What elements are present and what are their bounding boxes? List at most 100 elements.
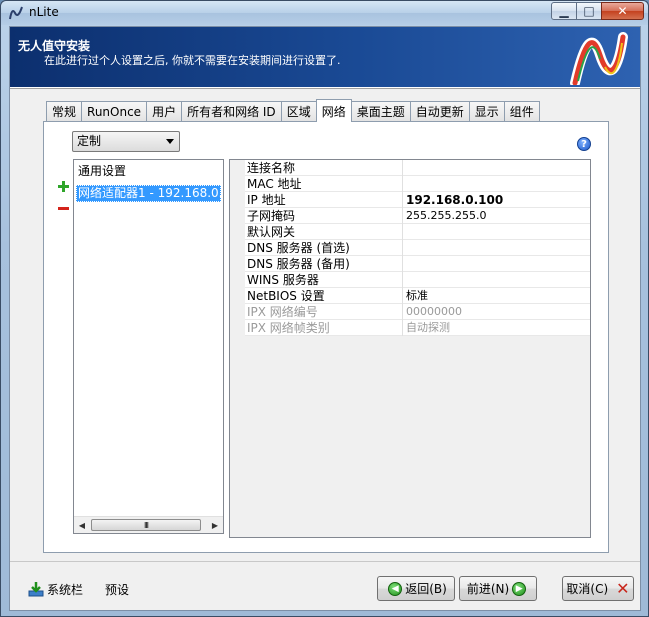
- cancel-x-icon: ✕: [616, 579, 630, 598]
- cancel-button[interactable]: 取消(C) ✕: [562, 576, 634, 601]
- property-value[interactable]: 自动探测: [406, 320, 586, 336]
- property-value[interactable]: [406, 160, 586, 176]
- window-title: nLite: [29, 5, 59, 19]
- property-column-divider: [402, 240, 403, 256]
- adapter-property-grid[interactable]: 连接名称 MAC 地址 IP 地址 192.168.0.100 子网掩码 255.255.…: [229, 159, 591, 538]
- remove-adapter-icon[interactable]: [58, 203, 69, 214]
- list-item-adapter-1[interactable]: 网络适配器1 - 192.168.0.100: [76, 185, 221, 202]
- property-row[interactable]: IPX 网络帧类别 自动探测: [230, 320, 590, 336]
- property-row-gutter: [230, 256, 245, 272]
- tab-automatic-updates[interactable]: 自动更新: [409, 101, 470, 121]
- nlite-logo-icon: [9, 6, 23, 20]
- tab-strip: 常规 RunOnce 用户 所有者和网络 ID 区域 网络 桌面主题 自动更新 …: [46, 99, 540, 122]
- property-column-divider: [402, 176, 403, 192]
- system-tray-label: 系统栏: [47, 582, 84, 597]
- network-mode-value: 定制: [77, 134, 102, 148]
- tab-display[interactable]: 显示: [468, 101, 505, 121]
- tab-owner-network-id[interactable]: 所有者和网络 ID: [181, 101, 282, 121]
- property-row-gutter: [230, 176, 245, 192]
- property-value[interactable]: [406, 256, 586, 272]
- property-column-divider: [402, 288, 403, 304]
- property-row[interactable]: 子网掩码 255.255.255.0: [230, 208, 590, 224]
- property-value[interactable]: [406, 224, 586, 240]
- property-column-divider: [402, 272, 403, 288]
- scroll-right-icon[interactable]: ▶: [207, 517, 223, 533]
- tab-runonce[interactable]: RunOnce: [81, 101, 148, 121]
- property-column-divider: [402, 304, 403, 320]
- property-row[interactable]: WINS 服务器: [230, 272, 590, 288]
- client-area: 无人值守安装 在此进行过个人设置之后, 你就不需要在安装期间进行设置了. 常规 …: [9, 26, 641, 611]
- tab-general[interactable]: 常规: [46, 101, 83, 121]
- close-icon: ✕: [617, 4, 628, 18]
- property-row[interactable]: 默认网关: [230, 224, 590, 240]
- tab-regional[interactable]: 区域: [280, 101, 317, 121]
- property-row-gutter: [230, 288, 245, 304]
- header-separator: [10, 87, 640, 89]
- maximize-icon: □: [583, 4, 595, 18]
- minimize-icon: ▁: [559, 4, 569, 18]
- preset-link[interactable]: 预设: [105, 581, 129, 598]
- property-row-gutter: [230, 272, 245, 288]
- scroll-left-icon[interactable]: ◀: [74, 517, 90, 533]
- tab-network[interactable]: 网络: [315, 99, 352, 122]
- chevron-down-icon: [166, 139, 174, 144]
- property-value[interactable]: [406, 176, 586, 192]
- property-name: 子网掩码: [247, 209, 296, 223]
- page-header: 无人值守安装 在此进行过个人设置之后, 你就不需要在安装期间进行设置了.: [10, 27, 640, 87]
- property-value[interactable]: 192.168.0.100: [406, 192, 586, 208]
- next-label: 前进(N): [466, 582, 510, 596]
- adapter-list-hscrollbar[interactable]: ◀ III ▶: [74, 516, 223, 533]
- property-row-gutter: [230, 224, 245, 240]
- property-column-divider: [402, 320, 403, 336]
- next-arrow-icon: ▶: [512, 581, 527, 596]
- property-name: 连接名称: [247, 161, 296, 175]
- property-value[interactable]: 标准: [406, 288, 586, 304]
- nlite-brand-logo: [570, 32, 628, 85]
- tab-desktop-themes[interactable]: 桌面主题: [350, 101, 411, 121]
- property-name: 默认网关: [247, 225, 296, 239]
- adapter-list[interactable]: 通用设置 网络适配器1 - 192.168.0.100 ◀ III ▶: [73, 159, 224, 534]
- property-column-divider: [402, 160, 403, 176]
- property-value[interactable]: 255.255.255.0: [406, 208, 586, 224]
- property-row[interactable]: 连接名称: [230, 160, 590, 176]
- help-icon[interactable]: ?: [577, 137, 591, 151]
- property-row[interactable]: NetBIOS 设置 标准: [230, 288, 590, 304]
- title-bar[interactable]: nLite ▁ □ ✕: [1, 1, 648, 25]
- footer-separator: [10, 561, 640, 562]
- system-tray-button[interactable]: 系统栏: [28, 580, 83, 598]
- property-name: IP 地址: [247, 193, 286, 207]
- add-adapter-icon[interactable]: [58, 181, 69, 192]
- property-row[interactable]: DNS 服务器 (首选): [230, 240, 590, 256]
- property-row[interactable]: DNS 服务器 (备用): [230, 256, 590, 272]
- list-item-general-settings[interactable]: 通用设置: [76, 163, 221, 180]
- scrollbar-thumb[interactable]: III: [91, 519, 201, 531]
- next-button[interactable]: 前进(N) ▶: [459, 576, 537, 601]
- property-row-gutter: [230, 160, 245, 176]
- back-button[interactable]: ◀ 返回(B): [377, 576, 455, 601]
- property-row[interactable]: IP 地址 192.168.0.100: [230, 192, 590, 208]
- property-row[interactable]: IPX 网络编号 00000000: [230, 304, 590, 320]
- minimize-button[interactable]: ▁: [551, 2, 577, 20]
- close-button[interactable]: ✕: [601, 2, 644, 20]
- property-name: DNS 服务器 (备用): [247, 257, 350, 271]
- property-name: WINS 服务器: [247, 273, 319, 287]
- property-name: MAC 地址: [247, 177, 302, 191]
- property-column-divider: [402, 192, 403, 208]
- property-value[interactable]: 00000000: [406, 304, 586, 320]
- tray-download-icon: [28, 582, 44, 597]
- maximize-button[interactable]: □: [576, 2, 602, 20]
- property-column-divider: [402, 256, 403, 272]
- property-value[interactable]: [406, 240, 586, 256]
- property-column-divider: [402, 224, 403, 240]
- tab-components[interactable]: 组件: [503, 101, 540, 121]
- tab-users[interactable]: 用户: [146, 101, 183, 121]
- property-row[interactable]: MAC 地址: [230, 176, 590, 192]
- property-row-gutter: [230, 320, 245, 336]
- cancel-label: 取消(C): [566, 582, 609, 596]
- property-name: IPX 网络编号: [247, 305, 318, 319]
- nlite-window: nLite ▁ □ ✕ 无人值守安装 在此进行过个人设置之后, 你就不需要在安装…: [0, 0, 649, 617]
- property-column-divider: [402, 208, 403, 224]
- property-row-gutter: [230, 192, 245, 208]
- property-value[interactable]: [406, 272, 586, 288]
- network-mode-select[interactable]: 定制: [72, 131, 180, 152]
